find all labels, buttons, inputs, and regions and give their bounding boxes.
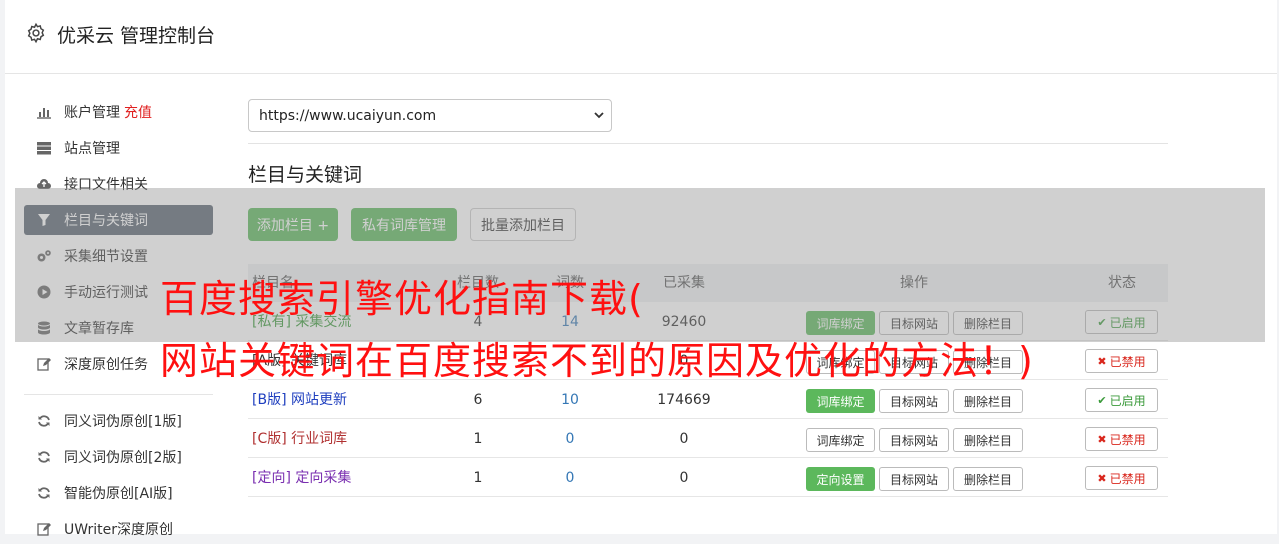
collected-count: 0 [679, 431, 689, 447]
delete-column-button[interactable]: 删除栏目 [953, 428, 1023, 452]
column-title: 行业词库 [291, 431, 348, 447]
keyword-count[interactable]: 0 [530, 420, 610, 458]
section-title: 栏目与关键词 [248, 164, 363, 186]
keyword-count[interactable]: 0 [530, 459, 610, 497]
column-name[interactable]: [定向] 定向采集 [252, 459, 351, 497]
column-title: 网站更新 [290, 392, 347, 408]
status-toggle[interactable]: ✔ 已启用 [1085, 388, 1158, 412]
sidebar-item-label: UWriter深度原创 [64, 522, 173, 538]
status-label: 已禁用 [1109, 432, 1146, 447]
site-select-value: https://www.ucaiyun.com [259, 107, 437, 124]
target-site-button[interactable]: 目标网站 [879, 467, 949, 491]
bind-lib-button[interactable]: 词库绑定 [806, 389, 875, 413]
collected-count: 0 [679, 470, 689, 486]
sidebar-item-11[interactable]: 智能伪原创[AI版] [24, 478, 213, 508]
bind-lib-button[interactable]: 词库绑定 [806, 428, 875, 452]
server-icon [36, 140, 52, 156]
sidebar-item-10[interactable]: 同义词伪原创[2版] [24, 442, 213, 472]
sidebar-item-label: 同义词伪原创[2版] [64, 450, 182, 466]
keyword-count[interactable]: 10 [530, 381, 610, 419]
column-count: 1 [473, 431, 483, 447]
delete-column-button[interactable]: 删除栏目 [953, 467, 1023, 491]
sidebar-divider [24, 394, 213, 395]
sidebar-item-1[interactable]: 账户管理 充值 [24, 97, 213, 127]
sidebar-item-label: 智能伪原创[AI版] [64, 486, 173, 502]
sidebar-item-label: 站点管理 [64, 141, 120, 157]
sidebar-item-label: 同义词伪原创[1版] [64, 414, 182, 430]
sidebar-item-label: 账户管理 [64, 105, 120, 121]
column-name[interactable]: [B版] 网站更新 [252, 381, 347, 419]
edit-icon [36, 356, 52, 372]
table-row: [C版] 行业词库 1 0 0 词库绑定 目标网站 删除栏目 ✖ 已禁用 [248, 420, 1168, 458]
close-icon: ✖ [1097, 354, 1107, 368]
table-row: [B版] 网站更新 6 10 174669 词库绑定 目标网站 删除栏目 ✔ 已启用 [248, 381, 1168, 419]
refresh-icon [36, 413, 52, 429]
bind-lib-button[interactable]: 定向设置 [806, 467, 875, 491]
column-name[interactable]: [C版] 行业词库 [252, 420, 347, 458]
status-toggle[interactable]: ✖ 已禁用 [1085, 427, 1158, 451]
column-tag: [C版] [252, 431, 287, 447]
status-label: 已禁用 [1109, 354, 1146, 369]
recharge-link[interactable]: 充值 [124, 102, 152, 122]
sidebar-item-2[interactable]: 站点管理 [24, 133, 213, 163]
close-icon: ✖ [1097, 471, 1107, 485]
status-toggle[interactable]: ✖ 已禁用 [1085, 349, 1158, 373]
status-toggle[interactable]: ✖ 已禁用 [1085, 466, 1158, 490]
column-title: 定向采集 [295, 470, 352, 486]
column-tag: [B版] [252, 392, 287, 408]
chevron-down-icon [594, 112, 604, 119]
headline-line-1: 百度搜索引擎优化指南下载( [160, 277, 644, 321]
app-title: 优采云 管理控制台 [57, 25, 216, 47]
column-count: 6 [473, 392, 483, 408]
column-count: 1 [473, 470, 483, 486]
status-label: 已启用 [1109, 393, 1146, 408]
refresh-icon [36, 449, 52, 465]
delete-column-button[interactable]: 删除栏目 [953, 389, 1023, 413]
refresh-icon [36, 485, 52, 501]
collected-count: 174669 [657, 392, 711, 408]
table-row: [定向] 定向采集 1 0 0 定向设置 目标网站 删除栏目 ✖ 已禁用 [248, 459, 1168, 497]
column-tag: [定向] [252, 470, 291, 486]
headline-line-2: 网站关键词在百度搜索不到的原因及优化的方法！) [160, 339, 1034, 383]
target-site-button[interactable]: 目标网站 [879, 428, 949, 452]
sidebar-item-label: 深度原创任务 [64, 357, 148, 373]
gear-icon [27, 22, 45, 44]
sidebar-item-9[interactable]: 同义词伪原创[1版] [24, 406, 213, 436]
site-select[interactable]: https://www.ucaiyun.com [248, 99, 612, 132]
edit-icon [36, 521, 52, 537]
close-icon: ✖ [1097, 432, 1107, 446]
top-bar: 优采云 管理控制台 [5, 0, 1277, 74]
check-icon: ✔ [1097, 393, 1107, 407]
status-label: 已禁用 [1109, 471, 1146, 486]
target-site-button[interactable]: 目标网站 [879, 389, 949, 413]
divider [248, 143, 1168, 144]
bar-chart-icon [36, 104, 52, 120]
sidebar-item-12[interactable]: UWriter深度原创 [24, 514, 213, 544]
